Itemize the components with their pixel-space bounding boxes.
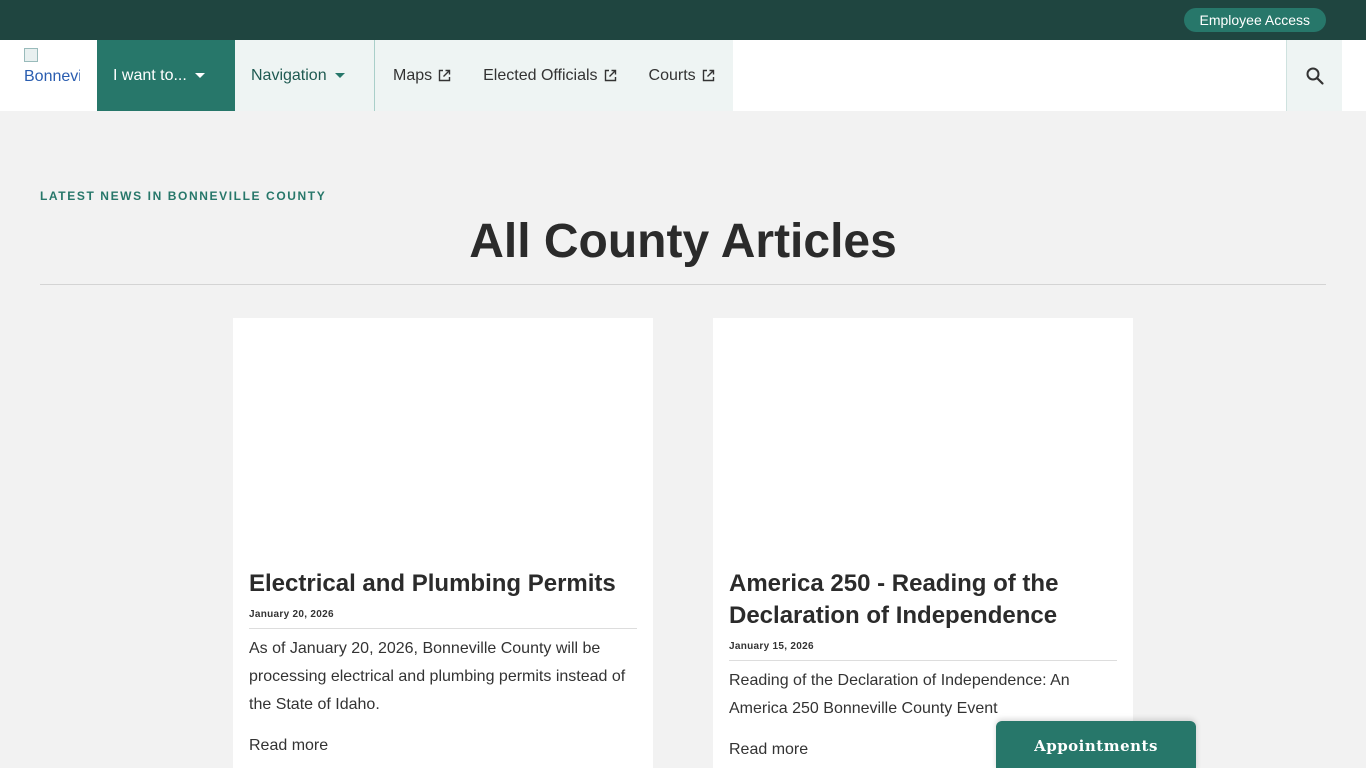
external-link-icon	[702, 69, 714, 82]
i-want-to-menu-button[interactable]: I want to...	[97, 40, 235, 111]
appointments-button[interactable]: Appointments	[996, 721, 1196, 768]
title-divider	[40, 284, 1326, 285]
quick-links: Maps Elected Officials Courts	[375, 40, 733, 111]
maps-link[interactable]: Maps	[393, 67, 451, 85]
article-card: Electrical and Plumbing Permits January …	[233, 318, 653, 768]
courts-link-label: Courts	[648, 66, 696, 84]
section-eyebrow: LATEST NEWS IN BONNEVILLE COUNTY	[40, 189, 327, 203]
logo-alt-text: Bonneville County	[24, 68, 80, 85]
courts-link[interactable]: Courts	[649, 67, 715, 85]
article-summary: Reading of the Declaration of Independen…	[729, 672, 1070, 717]
external-link-icon	[438, 69, 451, 82]
search-button[interactable]	[1286, 40, 1342, 111]
article-image	[233, 318, 653, 558]
page-title: All County Articles	[469, 215, 897, 268]
elected-officials-link[interactable]: Elected Officials	[483, 67, 616, 85]
caret-down-icon	[334, 73, 345, 79]
caret-down-icon	[194, 73, 205, 79]
main-navigation: Bonneville County I want to... Navigatio…	[0, 40, 1366, 111]
employee-access-button[interactable]: Employee Access	[1183, 8, 1326, 32]
elected-officials-link-label: Elected Officials	[483, 66, 598, 84]
article-title[interactable]: America 250 - Reading of the Declaration…	[729, 568, 1117, 632]
article-card: America 250 - Reading of the Declaration…	[713, 318, 1133, 768]
nav-spacer	[1342, 40, 1366, 111]
nav-spacer	[733, 40, 1286, 111]
article-date: January 15, 2026	[729, 641, 1117, 661]
maps-link-label: Maps	[393, 66, 433, 84]
navigation-label: Navigation	[251, 67, 327, 84]
article-image	[713, 318, 1133, 558]
navigation-menu-button[interactable]: Navigation	[235, 40, 375, 111]
external-link-icon	[604, 69, 616, 82]
article-title[interactable]: Electrical and Plumbing Permits	[249, 568, 637, 600]
i-want-to-label: I want to...	[113, 67, 187, 84]
county-logo[interactable]: Bonneville County	[0, 40, 97, 111]
top-utility-bar: Employee Access	[0, 0, 1366, 40]
read-more-link[interactable]: Read more	[249, 737, 637, 755]
search-icon	[1306, 67, 1324, 85]
article-card-body: Electrical and Plumbing Permits January …	[249, 568, 637, 755]
broken-image-icon	[24, 48, 38, 62]
article-date: January 20, 2026	[249, 609, 637, 629]
article-summary: As of January 20, 2026, Bonneville Count…	[249, 640, 626, 713]
